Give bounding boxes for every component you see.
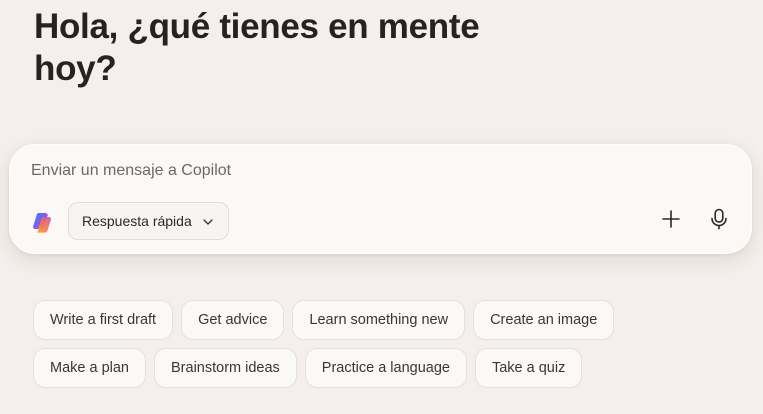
suggestion-chip-take-quiz[interactable]: Take a quiz xyxy=(474,348,583,388)
chevron-down-icon xyxy=(202,215,214,227)
message-input[interactable] xyxy=(31,162,631,180)
response-mode-dropdown[interactable]: Respuesta rápida xyxy=(68,202,229,240)
suggestion-chip-write-draft[interactable]: Write a first draft xyxy=(33,300,174,340)
message-composer: Respuesta rápida xyxy=(9,144,752,254)
plus-icon xyxy=(661,209,681,234)
suggestion-chip-brainstorm[interactable]: Brainstorm ideas xyxy=(154,348,297,388)
page-title: Hola, ¿qué tienes en mente hoy? xyxy=(34,7,480,88)
response-mode-label: Respuesta rápida xyxy=(82,213,192,229)
suggestion-chip-get-advice[interactable]: Get advice xyxy=(181,300,285,340)
add-button[interactable] xyxy=(655,205,687,237)
suggestion-chip-make-plan[interactable]: Make a plan xyxy=(33,348,146,388)
microphone-button[interactable] xyxy=(703,205,735,237)
suggestion-chip-create-image[interactable]: Create an image xyxy=(473,300,615,340)
copilot-logo-icon xyxy=(32,211,54,233)
suggestion-chips: Write a first draft Get advice Learn som… xyxy=(33,300,615,396)
suggestion-row: Make a plan Brainstorm ideas Practice a … xyxy=(33,348,614,388)
suggestion-chip-practice-language[interactable]: Practice a language xyxy=(304,348,467,388)
suggestion-chip-learn-something[interactable]: Learn something new xyxy=(292,300,466,340)
microphone-icon xyxy=(709,208,729,235)
suggestion-row: Write a first draft Get advice Learn som… xyxy=(33,300,615,340)
